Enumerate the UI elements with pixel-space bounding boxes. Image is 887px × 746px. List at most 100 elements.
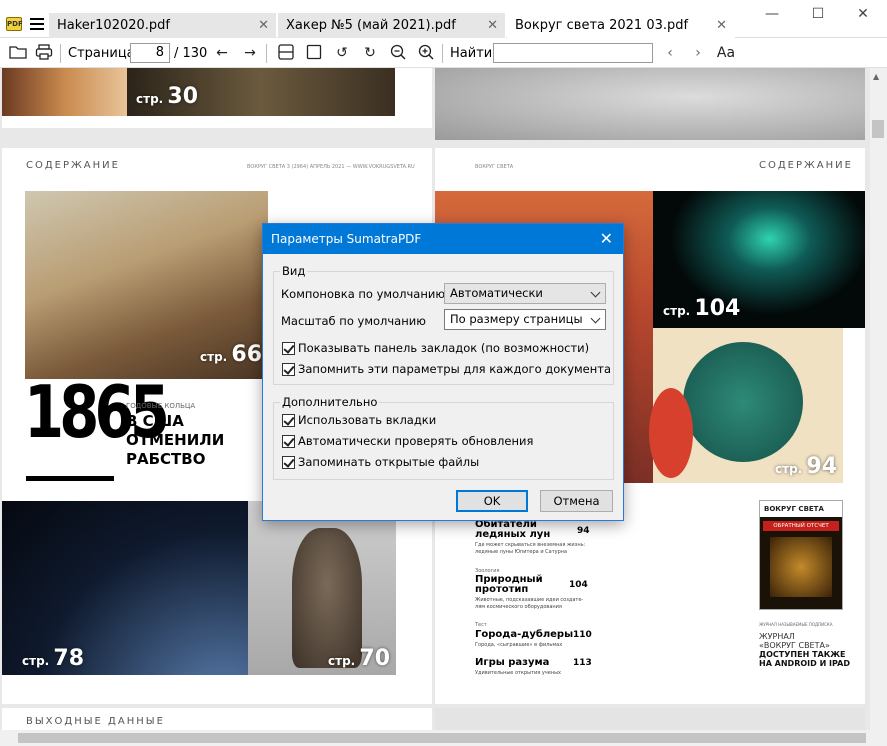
match-case-icon[interactable]: Aa (714, 44, 738, 62)
zoom-select-value: По размеру страницы (450, 312, 583, 326)
dialog-titlebar: Параметры SumatraPDF ✕ (263, 224, 623, 254)
page-label: Страница: (68, 46, 140, 61)
promo-line: ЖУРНАЛ (759, 632, 795, 641)
magazine-cover-image (770, 537, 832, 597)
zoom-select[interactable]: По размеру страницы (444, 309, 606, 330)
page-total: / 130 (174, 46, 208, 61)
find-input[interactable] (493, 43, 653, 63)
maximize-button[interactable]: ☐ (806, 4, 830, 24)
promo-line: «ВОКРУГ СВЕТА» (759, 641, 830, 650)
tab-label: Хакер №5 (май 2021).pdf (286, 18, 456, 33)
year-title-1: В США (126, 412, 184, 430)
page-top-left: стр. 30 (2, 68, 432, 128)
toc-page: 110 (573, 630, 592, 640)
tab-close-icon[interactable]: ✕ (487, 13, 498, 38)
scroll-up-icon[interactable]: ▲ (873, 72, 879, 81)
page-header: СОДЕРЖАНИЕ (26, 160, 120, 171)
page-badge: стр. 30 (136, 84, 199, 109)
check-updates-checkbox-label[interactable]: Автоматически проверять обновления (298, 434, 533, 448)
bookmarks-checkbox[interactable] (282, 342, 295, 355)
toc-page: 94 (577, 526, 590, 536)
print-icon[interactable] (34, 44, 54, 62)
magazine-logo: ВОКРУГ СВЕТА (760, 501, 842, 517)
vertical-scrollbar[interactable]: ▲ (870, 68, 887, 730)
page-photo (2, 68, 127, 116)
tab-vokrug-sveta[interactable]: Вокруг света 2021 03.pdf ✕ (507, 13, 735, 38)
remember-settings-checkbox-label[interactable]: Запомнить эти параметры для каждого доку… (298, 362, 611, 376)
open-folder-icon[interactable] (8, 44, 28, 62)
continuous-layout-icon[interactable] (276, 44, 296, 62)
use-tabs-checkbox-label[interactable]: Использовать вкладки (298, 413, 436, 427)
year-rule (26, 476, 114, 481)
minimize-button[interactable]: — (760, 4, 784, 24)
toc-desc: лям космического оборудования (475, 604, 562, 610)
find-previous-icon[interactable]: ‹ (660, 44, 680, 62)
toc-title: ледяных лун (475, 529, 551, 540)
rotate-left-icon[interactable]: ↺ (332, 44, 352, 62)
vertical-scroll-thumb[interactable] (872, 120, 884, 138)
rotate-right-icon[interactable]: ↻ (360, 44, 380, 62)
tab-haker[interactable]: Haker102020.pdf ✕ (49, 13, 277, 38)
extra-group-label: Дополнительно (280, 395, 380, 409)
toc-kicker: Тест (475, 622, 487, 628)
toc-title: Города-дублеры (475, 629, 574, 640)
page-photo (435, 68, 865, 140)
page-bottom-right (435, 708, 865, 730)
tab-close-icon[interactable]: ✕ (258, 13, 269, 38)
page-header-small: ВОКРУГ СВЕТА 3 (2964) АПРЕЛЬ 2021 — WWW.… (247, 164, 415, 170)
use-tabs-checkbox[interactable] (282, 414, 295, 427)
magazine-cover-title: ОБРАТНЫЙ ОТСЧЕТ (763, 521, 839, 531)
previous-page-icon[interactable]: ← (212, 44, 232, 62)
bookmarks-checkbox-label[interactable]: Показывать панель закладок (по возможнос… (298, 341, 589, 355)
next-page-icon[interactable]: → (240, 44, 260, 62)
close-button[interactable]: ✕ (851, 4, 875, 24)
planet-shape (683, 342, 803, 462)
dialog-title: Параметры SumatraPDF (271, 232, 422, 246)
toc-desc: Удивительные открытия ученых (475, 670, 562, 676)
toc-desc: ледяные луны Юпитера и Сатурна (475, 549, 568, 555)
ok-button[interactable]: OK (456, 490, 528, 512)
remember-files-checkbox[interactable] (282, 456, 295, 469)
year-title-3: РАБСТВО (126, 450, 206, 468)
app-logo-icon[interactable]: PDF (6, 17, 23, 31)
tab-label: Haker102020.pdf (57, 18, 170, 33)
toolbar: Страница: 8 / 130 ← → ↺ ↻ Найти: ‹ › Aa (0, 38, 887, 68)
promo-line: НА ANDROID И IPAD (759, 659, 850, 668)
zoom-in-icon[interactable] (416, 44, 436, 62)
chevron-down-icon (590, 313, 601, 324)
view-group-label: Вид (280, 264, 308, 278)
page-badge: стр. 70 (328, 646, 391, 671)
cancel-button[interactable]: Отмена (540, 490, 613, 512)
page-badge: стр. 66 (200, 342, 263, 367)
layout-select-value: Автоматически (450, 286, 543, 300)
zoom-out-icon[interactable] (388, 44, 408, 62)
magazine-cover: ВОКРУГ СВЕТА ОБРАТНЫЙ ОТСЧЕТ (759, 500, 843, 610)
layout-label: Компоновка по умолчанию (281, 287, 446, 301)
tab-close-icon[interactable]: ✕ (716, 13, 727, 38)
menu-icon[interactable] (30, 18, 44, 30)
options-dialog: Параметры SumatraPDF ✕ Вид Компоновка по… (262, 223, 624, 521)
title-bar: PDF Haker102020.pdf ✕ Хакер №5 (май 2021… (0, 0, 887, 38)
single-page-icon[interactable] (304, 44, 324, 62)
toc-desc: Где может скрываться внеземная жизнь: (475, 542, 586, 548)
page-header: СОДЕРЖАНИЕ (759, 160, 853, 171)
remember-settings-checkbox[interactable] (282, 363, 295, 376)
promo-line: ДОСТУПЕН ТАКЖЕ (759, 650, 846, 659)
layout-select[interactable]: Автоматически (444, 283, 606, 304)
remember-files-checkbox-label[interactable]: Запоминать открытые файлы (298, 455, 479, 469)
toolbar-divider (60, 44, 61, 63)
tab-xaker-5[interactable]: Хакер №5 (май 2021).pdf ✕ (278, 13, 506, 38)
find-label: Найти: (450, 46, 497, 61)
page-number-input[interactable]: 8 (130, 43, 170, 63)
dialog-close-icon[interactable]: ✕ (600, 224, 613, 254)
toc-page: 113 (573, 658, 592, 668)
page-top-right (435, 68, 865, 140)
year-kicker: ГОДОВЫЕ КОЛЬЦА (126, 402, 196, 410)
horizontal-scroll-thumb[interactable] (18, 733, 866, 743)
find-next-icon[interactable]: › (688, 44, 708, 62)
page-bottom-left: ВЫХОДНЫЕ ДАННЫЕ (2, 708, 432, 730)
toolbar-divider (266, 44, 267, 63)
page-header-small: ВОКРУГ СВЕТА (475, 164, 514, 170)
check-updates-checkbox[interactable] (282, 435, 295, 448)
promo-small: ЖУРНАЛ НАЗЫВАЕМЫЕ ПОДПИСКА (759, 622, 833, 627)
